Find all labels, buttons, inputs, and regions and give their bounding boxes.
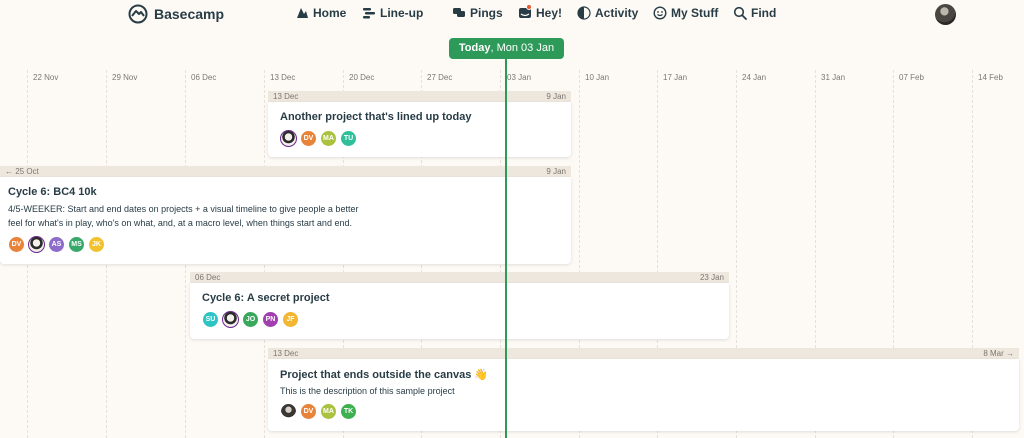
nav-pings-label: Pings — [470, 6, 503, 20]
today-marker: Today, Mon 03 Jan — [449, 38, 564, 59]
project-date-range: 13 Dec 9 Jan — [268, 91, 571, 102]
project-title: Another project that's lined up today — [280, 111, 472, 123]
profile-avatar[interactable] — [935, 4, 956, 25]
today-line — [505, 59, 507, 438]
pings-icon — [453, 8, 465, 17]
project-description-line: feel for what's in play, who's on what, … — [8, 218, 352, 228]
nav-pings[interactable]: Pings — [452, 6, 503, 20]
nav-activity[interactable]: Activity — [577, 6, 638, 20]
project-start-date: 13 Dec — [273, 92, 299, 101]
notification-dot — [526, 4, 532, 10]
project-title: Cycle 6: A secret project — [202, 292, 330, 304]
date-label: 03 Jan — [507, 73, 532, 82]
avatar[interactable]: MS — [68, 236, 85, 253]
date-label: 27 Dec — [427, 73, 453, 82]
project-title: Project that ends outside the canvas 👋 — [280, 369, 489, 381]
project-card[interactable]: Another project that's lined up today DV… — [268, 102, 571, 157]
project-end-date: 9 Jan — [546, 167, 566, 176]
brand-name: Basecamp — [154, 6, 225, 22]
nav-activity-label: Activity — [595, 6, 639, 20]
project-end-date: 23 Jan — [699, 273, 724, 282]
project-card[interactable]: Cycle 6: BC4 10k 4/5-WEEKER: Start and e… — [0, 177, 571, 264]
avatar[interactable]: TU — [340, 130, 357, 147]
project-end-date: 8 Mar → — [983, 349, 1014, 358]
project-description: 4/5-WEEKER: Start and end dates on proje… — [8, 202, 559, 230]
nav-my-stuff[interactable]: My Stuff — [653, 6, 718, 20]
avatar[interactable]: JK — [88, 236, 105, 253]
project-card[interactable]: Cycle 6: A secret project SU JO PN JF — [190, 283, 729, 339]
nav-home[interactable]: Home — [295, 6, 346, 20]
basecamp-logo[interactable]: Basecamp — [128, 4, 224, 24]
project-description-line: 4/5-WEEKER: Start and end dates on proje… — [8, 204, 359, 214]
avatar[interactable]: TK — [340, 403, 357, 420]
date-label: 13 Dec — [270, 73, 296, 82]
avatar[interactable]: PN — [262, 311, 279, 328]
project-date-range: ← 25 Oct 9 Jan — [0, 166, 571, 177]
project-start-date: 06 Dec — [195, 273, 221, 282]
avatar[interactable] — [222, 311, 239, 328]
today-label: Today — [458, 42, 491, 54]
project-date-range: 13 Dec 8 Mar → — [268, 348, 1019, 359]
nav-find[interactable]: Find — [733, 6, 776, 20]
project-card[interactable]: Project that ends outside the canvas 👋 T… — [268, 359, 1019, 431]
avatar[interactable] — [28, 236, 45, 253]
nav-home-label: Home — [313, 6, 347, 20]
date-label: 31 Jan — [821, 73, 846, 82]
date-label: 20 Dec — [349, 73, 375, 82]
date-label: 06 Dec — [191, 73, 217, 82]
avatar[interactable]: MA — [320, 130, 337, 147]
date-label: 07 Feb — [899, 73, 924, 82]
avatar[interactable]: DV — [300, 130, 317, 147]
nav-hey-label: Hey! — [536, 6, 563, 20]
nav-lineup-label: Line-up — [380, 6, 424, 20]
project-title: Cycle 6: BC4 10k — [8, 186, 97, 198]
activity-icon — [577, 6, 591, 20]
avatar[interactable]: AS — [48, 236, 65, 253]
lineup-icon — [363, 8, 375, 19]
avatar[interactable]: JO — [242, 311, 259, 328]
date-label: 24 Jan — [742, 73, 767, 82]
avatar[interactable]: DV — [300, 403, 317, 420]
avatar[interactable]: MA — [320, 403, 337, 420]
avatar[interactable]: SU — [202, 311, 219, 328]
today-date: , Mon 03 Jan — [490, 42, 555, 54]
nav-find-label: Find — [751, 6, 777, 20]
nav-lineup[interactable]: Line-up — [362, 6, 423, 20]
hey-icon-wrap — [518, 4, 532, 20]
project-avatars: SU JO PN JF — [202, 311, 717, 328]
date-label: 29 Nov — [112, 73, 138, 82]
project-start-date: ← 25 Oct — [5, 167, 39, 176]
avatar[interactable] — [280, 403, 297, 420]
project-date-range: 06 Dec 23 Jan — [190, 272, 729, 283]
date-label: 17 Jan — [663, 73, 688, 82]
avatar[interactable]: JF — [282, 311, 299, 328]
home-icon — [297, 8, 308, 18]
search-icon — [733, 6, 747, 20]
project-end-date: 9 Jan — [546, 92, 566, 101]
top-nav: Basecamp Home Line-up Pings Hey! Activit… — [0, 0, 1024, 30]
basecamp-logo-icon — [128, 4, 148, 24]
project-avatars: DV MA TK — [280, 403, 1007, 420]
avatar[interactable] — [280, 130, 297, 147]
date-label: 22 Nov — [33, 73, 59, 82]
my-stuff-icon — [653, 6, 667, 20]
project-description: This is the description of this sample p… — [280, 386, 455, 396]
nav-my-stuff-label: My Stuff — [671, 6, 719, 20]
project-start-date: 13 Dec — [273, 349, 299, 358]
nav-hey[interactable]: Hey! — [518, 4, 563, 20]
date-label: 14 Feb — [978, 73, 1003, 82]
date-label: 10 Jan — [585, 73, 610, 82]
avatar[interactable]: DV — [8, 236, 25, 253]
project-avatars: DV MA TU — [280, 130, 559, 147]
project-avatars: DV AS MS JK — [8, 236, 559, 253]
